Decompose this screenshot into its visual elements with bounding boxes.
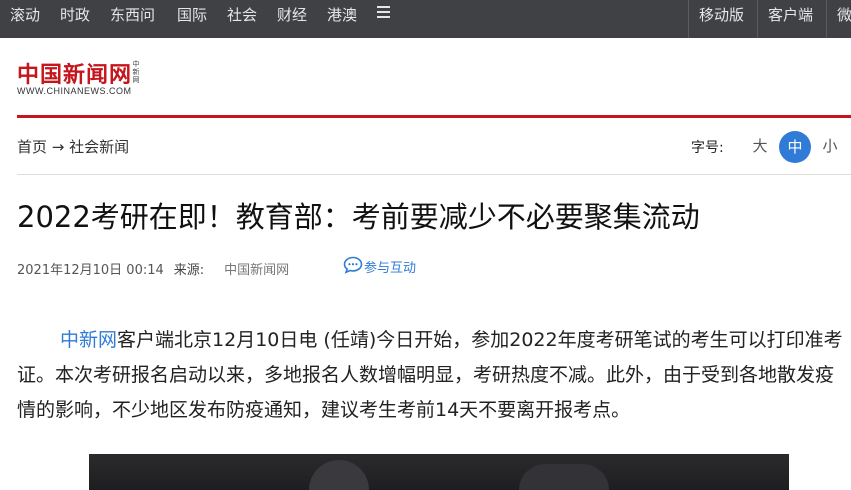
nav-item-east-west[interactable]: 东西问 xyxy=(110,0,155,30)
article-body: 中新网客户端北京12月10日电 (任靖)今日开始，参加2022年度考研笔试的考生… xyxy=(17,323,851,428)
breadcrumb-home[interactable]: 首页 xyxy=(17,138,47,156)
article-paragraph: 中新网客户端北京12月10日电 (任靖)今日开始，参加2022年度考研笔试的考生… xyxy=(17,323,851,428)
nav-item-international[interactable]: 国际 xyxy=(177,0,207,30)
font-size-medium-button[interactable]: 中 xyxy=(779,131,811,163)
article-photo xyxy=(89,454,789,490)
nav-item-hk-macao[interactable]: 港澳 xyxy=(327,0,357,30)
nav-item-client[interactable]: 客户端 xyxy=(768,0,813,30)
nav-item-politics[interactable]: 时政 xyxy=(60,0,90,30)
font-size-small-button[interactable]: 小 xyxy=(814,131,846,161)
nav-item-mobile[interactable]: 移动版 xyxy=(699,0,744,30)
nav-divider xyxy=(757,0,758,38)
interact-label: 参与互动 xyxy=(364,261,417,276)
nav-item-weibo[interactable]: 微 xyxy=(837,0,851,30)
nav-divider xyxy=(826,0,827,38)
breadcrumb: 首页 → 社会新闻 xyxy=(17,136,129,157)
article-source: 中国新闻网 xyxy=(224,263,290,278)
header-red-divider xyxy=(17,115,851,118)
top-nav-bar: 滚动 时政 东西问 国际 社会 财经 港澳 移动版 客户端 微 xyxy=(0,0,851,38)
hamburger-icon[interactable] xyxy=(377,5,391,19)
nav-item-scroll[interactable]: 滚动 xyxy=(10,0,40,30)
logo-side-text: 中新网 xyxy=(132,60,140,84)
article-body-text: 客户端北京12月10日电 (任靖)今日开始，参加2022年度考研笔试的考生可以打… xyxy=(17,329,843,421)
lead-source-link[interactable]: 中新网 xyxy=(60,329,117,351)
font-size-large-button[interactable]: 大 xyxy=(744,131,776,161)
breadcrumb-divider xyxy=(17,174,851,175)
logo-title: 中国新闻网 xyxy=(17,62,133,88)
article-title: 2022考研在即！教育部：考前要减少不必要聚集流动 xyxy=(17,200,700,234)
article-datetime: 2021年12月10日 00:14 xyxy=(17,263,164,278)
comment-interact-link[interactable]: 参与互动 xyxy=(343,256,416,278)
chat-bubble-icon xyxy=(343,256,363,281)
site-logo[interactable]: 中国新闻网 中新网 WWW.CHINANEWS.COM xyxy=(17,57,147,99)
logo-url: WWW.CHINANEWS.COM xyxy=(17,86,132,96)
breadcrumb-arrow: → xyxy=(51,138,65,156)
breadcrumb-section[interactable]: 社会新闻 xyxy=(69,138,129,156)
nav-item-finance[interactable]: 财经 xyxy=(277,0,307,30)
article-meta: 2021年12月10日 00:14 来源: 中国新闻网 xyxy=(17,259,289,278)
nav-item-society[interactable]: 社会 xyxy=(227,0,257,30)
font-size-label: 字号: xyxy=(691,140,724,156)
source-label: 来源: xyxy=(173,263,205,278)
nav-divider xyxy=(688,0,689,38)
